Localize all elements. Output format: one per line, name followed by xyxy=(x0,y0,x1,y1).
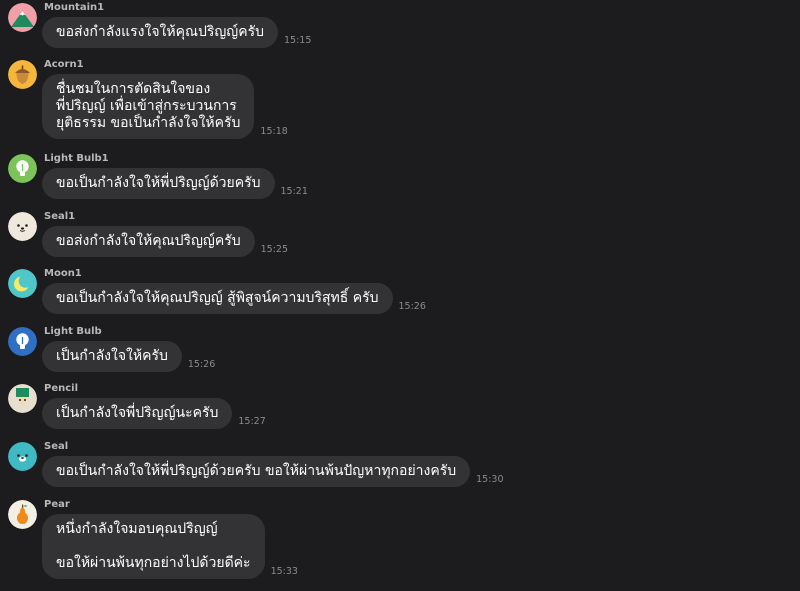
message-timestamp: 15:26 xyxy=(398,301,426,312)
sender-name: Light Bulb xyxy=(44,326,102,337)
moon-icon[interactable] xyxy=(8,269,37,298)
message-timestamp: 15:15 xyxy=(283,35,312,46)
message-bubble[interactable]: ขอส่งกำลังใจให้คุณปริญญ์ครับ xyxy=(42,226,255,257)
chat-message-list[interactable]: Mountain1 ขอส่งกำลังแรงใจให้คุณปริญญ์ครั… xyxy=(0,0,800,591)
sender-name: Light Bulb1 xyxy=(44,153,109,164)
light-bulb-icon[interactable] xyxy=(8,327,37,356)
message-timestamp: 15:30 xyxy=(476,474,504,485)
message-bubble[interactable]: ชื่นชมในการตัดสินใจของ พี่ปริญญ์ เพื่อเข… xyxy=(42,74,255,139)
message-timestamp: 15:33 xyxy=(270,566,298,577)
light-bulb-icon[interactable] xyxy=(8,154,37,183)
sender-name: Moon1 xyxy=(44,268,82,279)
message-bubble[interactable]: เป็นกำลังใจพี่ปริญญ์นะครับ xyxy=(42,398,233,429)
sender-name: Seal xyxy=(44,441,69,452)
message-timestamp: 15:26 xyxy=(187,359,216,370)
message-timestamp: 15:21 xyxy=(280,186,308,197)
sender-name: Seal1 xyxy=(44,211,76,222)
message-timestamp: 15:27 xyxy=(238,416,266,427)
message-bubble[interactable]: ขอเป็นกำลังใจให้พี่ปริญญ์ด้วยครับ ขอให้ผ… xyxy=(42,456,471,487)
pear-icon[interactable] xyxy=(8,500,37,529)
sender-name: Pencil xyxy=(44,383,79,394)
message-bubble[interactable]: ขอส่งกำลังแรงใจให้คุณปริญญ์ครับ xyxy=(42,17,278,48)
sender-name: Pear xyxy=(44,499,70,510)
message-bubble[interactable]: ขอเป็นกำลังใจให้คุณปริญญ์ สู้พิสูจน์ความ… xyxy=(42,283,393,314)
message-timestamp: 15:25 xyxy=(260,244,288,255)
message-timestamp: 15:18 xyxy=(260,126,288,137)
message-bubble[interactable]: ขอเป็นกำลังใจให้พี่ปริญญ์ด้วยครับ xyxy=(42,168,275,199)
seal-icon[interactable] xyxy=(8,212,37,241)
acorn-icon[interactable] xyxy=(8,60,37,89)
message-bubble[interactable]: หนึ่งกำลังใจมอบคุณปริญญ์ ขอให้ผ่านพ้นทุก… xyxy=(42,514,265,579)
sender-name: Acorn1 xyxy=(44,59,84,70)
seal-icon[interactable] xyxy=(8,442,37,471)
pencil-icon[interactable] xyxy=(8,384,37,413)
message-bubble[interactable]: เป็นกำลังใจให้ครับ xyxy=(42,341,182,372)
sender-name: Mountain1 xyxy=(44,2,105,13)
mountain-icon[interactable] xyxy=(8,3,37,32)
